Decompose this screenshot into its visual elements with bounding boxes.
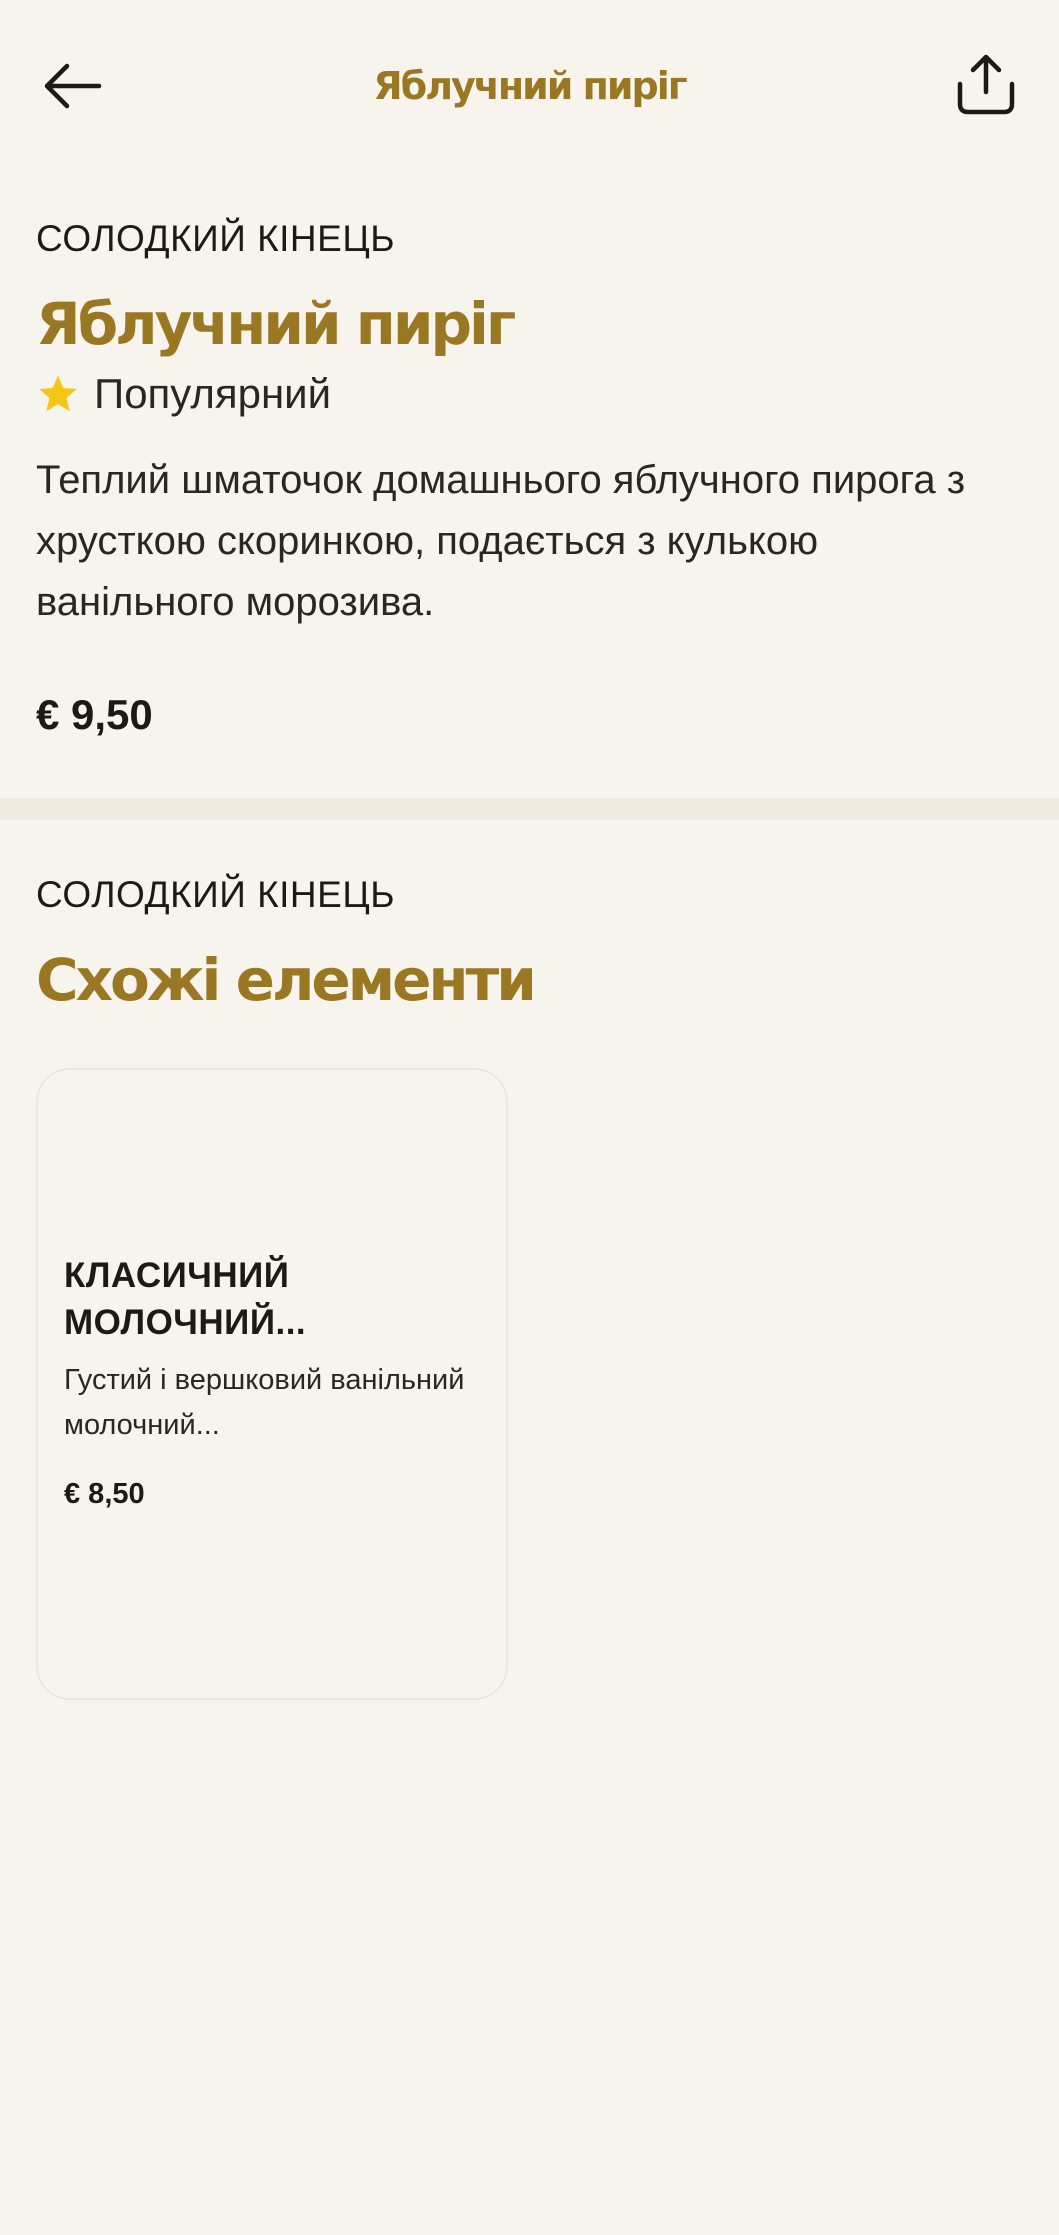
- header-title: Яблучний пиріг: [373, 64, 687, 108]
- section-divider: [0, 798, 1059, 820]
- top-bar: Яблучний пиріг: [0, 0, 1059, 170]
- badge-label: Популярний: [94, 370, 332, 417]
- arrow-left-icon: [44, 63, 102, 109]
- share-button[interactable]: [950, 46, 1022, 122]
- card-price: € 8,50: [64, 1478, 145, 1510]
- item-category: СОЛОДКИЙ КІНЕЦЬ: [36, 218, 395, 259]
- card-description: Густий і вершковий ванільний молочний...: [64, 1364, 465, 1441]
- similar-item-card[interactable]: КЛАСИЧНИЙ МОЛОЧНИЙ... Густий і вершковий…: [36, 1068, 508, 1700]
- similar-category: СОЛОДКИЙ КІНЕЦЬ: [36, 874, 395, 915]
- share-icon: [957, 54, 1015, 115]
- star-icon: [39, 375, 77, 412]
- item-price: € 9,50: [36, 691, 153, 738]
- back-button[interactable]: [36, 50, 108, 122]
- item-description: Теплий шматочок домашнього яблучного пир…: [36, 458, 966, 624]
- item-name: Яблучний пиріг: [36, 290, 516, 358]
- popular-badge: Популярний: [36, 364, 1026, 424]
- similar-title: Схожі елементи: [36, 946, 537, 1014]
- similar-section: СОЛОДКИЙ КІНЕЦЬ Схожі елементи: [36, 870, 1026, 1020]
- card-title: КЛАСИЧНИЙ МОЛОЧНИЙ...: [64, 1256, 307, 1342]
- item-details: СОЛОДКИЙ КІНЕЦЬ Яблучний пиріг Популярни…: [36, 214, 1026, 745]
